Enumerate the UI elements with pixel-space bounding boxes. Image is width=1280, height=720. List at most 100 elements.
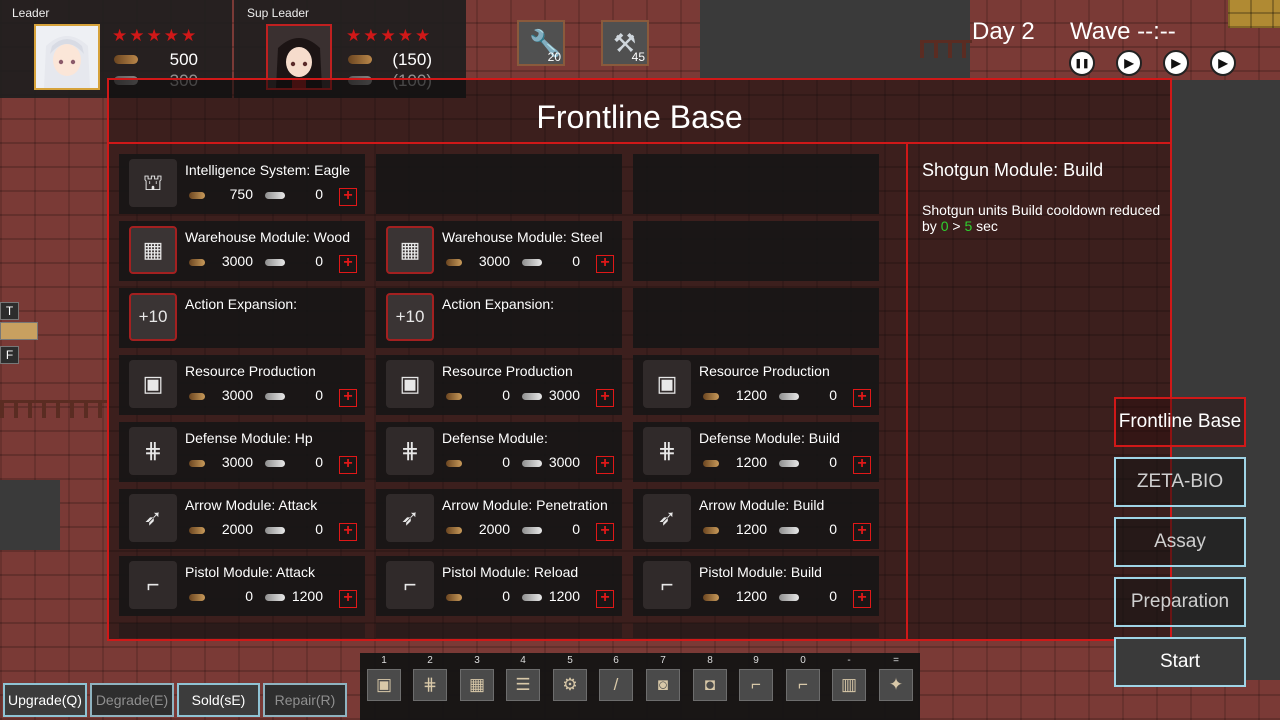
wood-cost: 1200 bbox=[735, 454, 767, 470]
side-tag-f[interactable]: F bbox=[0, 346, 19, 364]
wrench-tool-counter[interactable]: 🔧 20 bbox=[517, 20, 565, 66]
menu-zeta-bio-button[interactable]: ZETA-BIO bbox=[1114, 457, 1246, 507]
add-upgrade-button[interactable]: + bbox=[596, 255, 614, 273]
hotbar-slot-chest[interactable]: ▣ bbox=[367, 669, 401, 701]
upgrade-cell-intelligence-eagle[interactable]: ⛫ Intelligence System: Eagle 750 0 + bbox=[119, 154, 365, 214]
repair-button[interactable]: Repair(R) bbox=[263, 683, 347, 717]
hotkey-label: 8 bbox=[707, 655, 713, 666]
hotbar-slot-crate[interactable]: ▥ bbox=[832, 669, 866, 701]
hotbar-slot-barricade[interactable]: ⋕ bbox=[413, 669, 447, 701]
hotkey-label: 3 bbox=[474, 655, 480, 666]
menu-assay-button[interactable]: Assay bbox=[1114, 517, 1246, 567]
upgrade-grid: ⛫ Intelligence System: Eagle 750 0 + ▦ W… bbox=[119, 154, 899, 638]
hotbar-slot-drill[interactable]: ⚙ bbox=[553, 669, 587, 701]
hotkey-label: = bbox=[893, 655, 899, 666]
upgrade-cell-action-expansion[interactable]: +10 Action Expansion: bbox=[119, 288, 365, 348]
add-upgrade-button[interactable]: + bbox=[596, 389, 614, 407]
upgrade-cell-pistol-reload[interactable]: ⌐ Pistol Module: Reload 0 1200 + bbox=[376, 556, 622, 616]
upgrade-cell-arrow-attack[interactable]: ➶ Arrow Module: Attack 2000 0 + bbox=[119, 489, 365, 549]
hotbar-slot-grate[interactable]: ▦ bbox=[460, 669, 494, 701]
hotkey-label: 9 bbox=[753, 655, 759, 666]
upgrade-cell-warehouse-wood[interactable]: ▦ Warehouse Module: Wood 3000 0 + bbox=[119, 221, 365, 281]
hotbar-slot-rifle[interactable]: ⌐ bbox=[739, 669, 773, 701]
hotbar-slot-capsule[interactable]: ◙ bbox=[646, 669, 680, 701]
add-upgrade-button[interactable]: + bbox=[853, 389, 871, 407]
steel-cost: 0 bbox=[829, 454, 837, 470]
warehouse-wood-icon: ▦ bbox=[129, 226, 177, 274]
upgrade-name: Arrow Module: Attack bbox=[185, 497, 318, 513]
menu-frontline-base-button[interactable]: Frontline Base bbox=[1114, 397, 1246, 447]
hotkey-label: 2 bbox=[427, 655, 433, 666]
crossbow-icon: ➶ bbox=[643, 494, 691, 542]
detail-title: Shotgun Module: Build bbox=[922, 160, 1104, 180]
hotbar-slot-blade[interactable]: / bbox=[599, 669, 633, 701]
map-floor-dark bbox=[0, 480, 60, 550]
upgrade-cell-arrow-penetration[interactable]: ➶ Arrow Module: Penetration 2000 0 + bbox=[376, 489, 622, 549]
upgrade-cell-defense-build[interactable]: ⋕ Defense Module: Build 1200 0 + bbox=[633, 422, 879, 482]
add-upgrade-button[interactable]: + bbox=[339, 523, 357, 541]
steel-cost: 0 bbox=[315, 454, 323, 470]
upgrade-cell-empty bbox=[376, 154, 622, 214]
add-upgrade-button[interactable]: + bbox=[853, 456, 871, 474]
leader-wood-value: 500 bbox=[169, 50, 198, 69]
wood-cost: 3000 bbox=[221, 387, 253, 403]
add-upgrade-button[interactable]: + bbox=[596, 523, 614, 541]
wood-icon bbox=[703, 393, 719, 400]
add-upgrade-button[interactable]: + bbox=[853, 590, 871, 608]
add-upgrade-button[interactable]: + bbox=[853, 523, 871, 541]
upgrade-name: Pistol Module: Build bbox=[699, 564, 822, 580]
upgrade-cell-resource-production[interactable]: ▣ Resource Production 3000 0 + bbox=[119, 355, 365, 415]
sold-button[interactable]: Sold(sE) bbox=[177, 683, 260, 717]
upgrade-cell-pistol-build[interactable]: ⌐ Pistol Module: Build 1200 0 + bbox=[633, 556, 879, 616]
hotkey-label: 7 bbox=[660, 655, 666, 666]
leader-rank-stars: ★★★★★ bbox=[112, 26, 199, 45]
upgrade-cell-arrow-build[interactable]: ➶ Arrow Module: Build 1200 0 + bbox=[633, 489, 879, 549]
hotbar-slot-tank[interactable]: ◘ bbox=[693, 669, 727, 701]
upgrade-name: Resource Production bbox=[442, 363, 573, 379]
upgrade-cell-action-expansion[interactable]: +10 Action Expansion: bbox=[376, 288, 622, 348]
add-upgrade-button[interactable]: + bbox=[339, 590, 357, 608]
pause-icon[interactable]: ❚❚ bbox=[1069, 50, 1095, 76]
upgrade-name: Resource Production bbox=[699, 363, 830, 379]
add-upgrade-button[interactable]: + bbox=[339, 389, 357, 407]
upgrade-cell-resource-production[interactable]: ▣ Resource Production 1200 0 + bbox=[633, 355, 879, 415]
upgrade-cell-defense[interactable]: ⋕ Defense Module: 0 3000 + bbox=[376, 422, 622, 482]
side-tag-t[interactable]: T bbox=[0, 302, 19, 320]
pistol-icon: ⌐ bbox=[129, 561, 177, 609]
crossed-tools-counter[interactable]: ⚒ 45 bbox=[601, 20, 649, 66]
upgrade-cell-defense-hp[interactable]: ⋕ Defense Module: Hp 3000 0 + bbox=[119, 422, 365, 482]
upgrade-name: Intelligence System: Eagle bbox=[185, 162, 350, 178]
wood-cost: 1200 bbox=[735, 387, 767, 403]
play-icon[interactable]: ▶ bbox=[1116, 50, 1142, 76]
steel-cost: 0 bbox=[572, 253, 580, 269]
add-upgrade-button[interactable]: + bbox=[339, 255, 357, 273]
crossbow-icon: ➶ bbox=[129, 494, 177, 542]
wood-icon bbox=[189, 259, 205, 266]
add-upgrade-button[interactable]: + bbox=[596, 590, 614, 608]
leader-portrait bbox=[34, 24, 100, 90]
degrade-button[interactable]: Degrade(E) bbox=[90, 683, 174, 717]
upgrade-name: Resource Production bbox=[185, 363, 316, 379]
menu-preparation-button[interactable]: Preparation bbox=[1114, 577, 1246, 627]
build-hotbar: 1 ▣ 2 ⋕ 3 ▦ 4 ☰ 5 ⚙ 6 / 7 ◙ 8 ◘ 9 ⌐ 0 ⌐ … bbox=[360, 653, 920, 720]
upgrade-cell-warehouse-steel[interactable]: ▦ Warehouse Module: Steel 3000 0 + bbox=[376, 221, 622, 281]
hotbar-slot-fence[interactable]: ☰ bbox=[506, 669, 540, 701]
add-upgrade-button[interactable]: + bbox=[596, 456, 614, 474]
upgrade-button[interactable]: Upgrade(Q) bbox=[3, 683, 87, 717]
wrench-count: 20 bbox=[547, 50, 561, 64]
upgrade-cell-pistol-attack[interactable]: ⌐ Pistol Module: Attack 0 1200 + bbox=[119, 556, 365, 616]
detail-arrow: > bbox=[948, 218, 965, 234]
steel-cost: 0 bbox=[315, 186, 323, 202]
add-upgrade-button[interactable]: + bbox=[339, 188, 357, 206]
hotbar-slot-rifle-2[interactable]: ⌐ bbox=[786, 669, 820, 701]
add-upgrade-button[interactable]: + bbox=[339, 456, 357, 474]
wood-cost: 3000 bbox=[478, 253, 510, 269]
hotkey-label: 6 bbox=[613, 655, 619, 666]
fast-forward-icon[interactable]: ▶ bbox=[1163, 50, 1189, 76]
hotbar-slot-turret[interactable]: ✦ bbox=[879, 669, 913, 701]
side-tag-avatar[interactable] bbox=[0, 322, 38, 340]
upgrade-cell-resource-production[interactable]: ▣ Resource Production 0 3000 + bbox=[376, 355, 622, 415]
start-button[interactable]: Start bbox=[1114, 637, 1246, 687]
wood-cost: 3000 bbox=[221, 454, 253, 470]
fastest-forward-icon[interactable]: ▶ bbox=[1210, 50, 1236, 76]
